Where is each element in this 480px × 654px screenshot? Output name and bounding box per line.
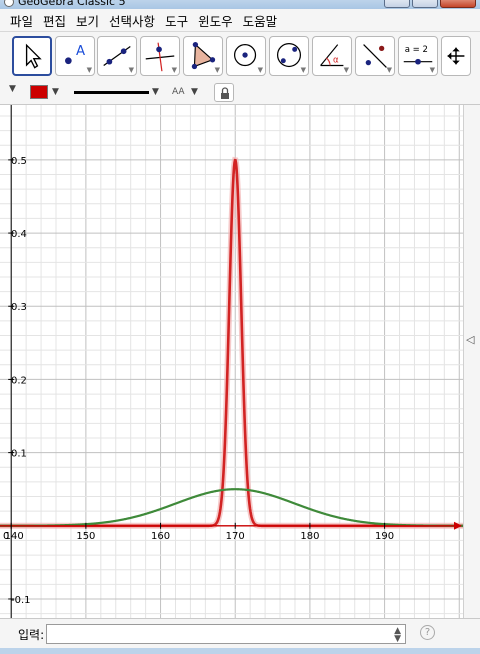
x-tick-label: 160 — [151, 531, 170, 542]
lock-button[interactable] — [214, 83, 234, 102]
close-button[interactable] — [440, 0, 476, 8]
text-size-dropdown-icon[interactable]: ▼ — [191, 87, 198, 97]
reflect-tool-button[interactable]: ▼ — [355, 36, 395, 76]
window-titlebar: GeoGebra Classic 5 — [0, 0, 480, 9]
perpendicular-line-tool-button[interactable]: ▼ — [140, 36, 180, 76]
color-swatch-button[interactable] — [30, 85, 48, 99]
input-bar: 입력: ▲ ▼ ? — [0, 618, 480, 648]
line-style-dropdown-icon[interactable]: ▼ — [152, 87, 159, 97]
move-graphics-view-tool-button[interactable] — [441, 36, 471, 76]
graphics-view[interactable]: 140 150 160 170 180 190 0 0.5 0.4 0.3 0.2 0.1 -0.1 — [0, 105, 463, 618]
y-tick-label: 0.3 — [11, 302, 27, 313]
text-size-button[interactable]: AA — [172, 87, 185, 97]
menu-tools[interactable]: 도구 — [165, 11, 188, 30]
input-history-spinner-icon[interactable]: ▲ ▼ — [394, 627, 401, 644]
toolbar: A ▼ ▼ ▼ ▼ ▼ ▼ α ▼ ▼ a = 2 ▼ — [0, 31, 480, 81]
tool-dropdown-icon: ▼ — [386, 66, 392, 74]
y-tick-label: 0.4 — [11, 229, 27, 240]
color-dropdown-icon[interactable]: ▼ — [52, 87, 59, 97]
circle-three-points-tool-button[interactable]: ▼ — [269, 36, 309, 76]
menu-file[interactable]: 파일 — [10, 11, 33, 30]
move-tool-icon — [25, 43, 42, 69]
minimize-button[interactable] — [384, 0, 410, 8]
line-tool-button[interactable]: ▼ — [97, 36, 137, 76]
input-help-button[interactable]: ? — [420, 625, 435, 640]
angle-tool-button[interactable]: α ▼ — [312, 36, 352, 76]
menu-help[interactable]: 도움말 — [243, 11, 278, 30]
tool-dropdown-icon: ▼ — [86, 66, 92, 74]
y-tick-label: -0.1 — [11, 595, 31, 606]
input-label: 입력: — [18, 628, 45, 642]
slider-tool-glyph: a = 2 — [405, 45, 428, 55]
expand-panel-arrow-icon[interactable]: ◁ — [466, 333, 474, 346]
tool-dropdown-icon: ▼ — [429, 66, 435, 74]
move-graphics-view-tool-icon — [447, 47, 465, 65]
stylebar-toggle-icon[interactable]: ▼ — [9, 84, 16, 94]
tool-dropdown-icon: ▼ — [300, 66, 306, 74]
move-tool-button[interactable] — [12, 36, 52, 76]
menu-view[interactable]: 보기 — [76, 11, 99, 30]
x-tick-label: 180 — [300, 531, 319, 542]
menu-options[interactable]: 선택사항 — [109, 11, 155, 30]
style-bar: ▼ ▼ ▼ AA ▼ — [0, 81, 480, 105]
right-panel-strip: ◁ — [463, 105, 480, 618]
maximize-button[interactable] — [412, 0, 438, 8]
input-field[interactable]: ▲ ▼ — [46, 624, 406, 644]
y-tick-label: 0.5 — [11, 156, 27, 167]
origin-label: 0 — [3, 531, 9, 542]
point-tool-button[interactable]: A ▼ — [55, 36, 95, 76]
graph-canvas[interactable]: 140 150 160 170 180 19000.50.40.30.20.1-0.1 — [0, 105, 463, 618]
tool-dropdown-icon: ▼ — [171, 66, 177, 74]
polygon-tool-button[interactable]: ▼ — [183, 36, 223, 76]
tool-dropdown-icon: ▼ — [257, 66, 263, 74]
menu-edit[interactable]: 편집 — [43, 11, 66, 30]
circle-center-point-tool-button[interactable]: ▼ — [226, 36, 266, 76]
tool-dropdown-icon: ▼ — [343, 66, 349, 74]
narrow-normal-curve — [0, 158, 463, 528]
point-tool-glyph: A — [76, 44, 85, 59]
geogebra-app-icon — [4, 0, 14, 7]
tool-dropdown-icon: ▼ — [128, 66, 134, 74]
y-tick-label: 0.1 — [11, 449, 27, 460]
window-title: GeoGebra Classic 5 — [18, 0, 126, 8]
wide-normal-curve — [0, 488, 463, 527]
menu-window[interactable]: 윈도우 — [198, 11, 233, 30]
x-tick-label: 190 — [375, 531, 394, 542]
lock-icon — [221, 87, 229, 99]
tool-dropdown-icon: ▼ — [214, 66, 220, 74]
y-tick-label: 0.2 — [11, 375, 27, 386]
window-bottom-frame — [0, 648, 480, 654]
x-tick-label: 150 — [76, 531, 95, 542]
x-tick-label: 170 — [226, 531, 245, 542]
line-style-button[interactable] — [74, 91, 149, 94]
slider-tool-button[interactable]: a = 2 ▼ — [398, 36, 438, 76]
menu-bar: 파일 편집 보기 선택사항 도구 윈도우 도움말 — [0, 9, 480, 31]
angle-tool-glyph: α — [333, 56, 339, 66]
